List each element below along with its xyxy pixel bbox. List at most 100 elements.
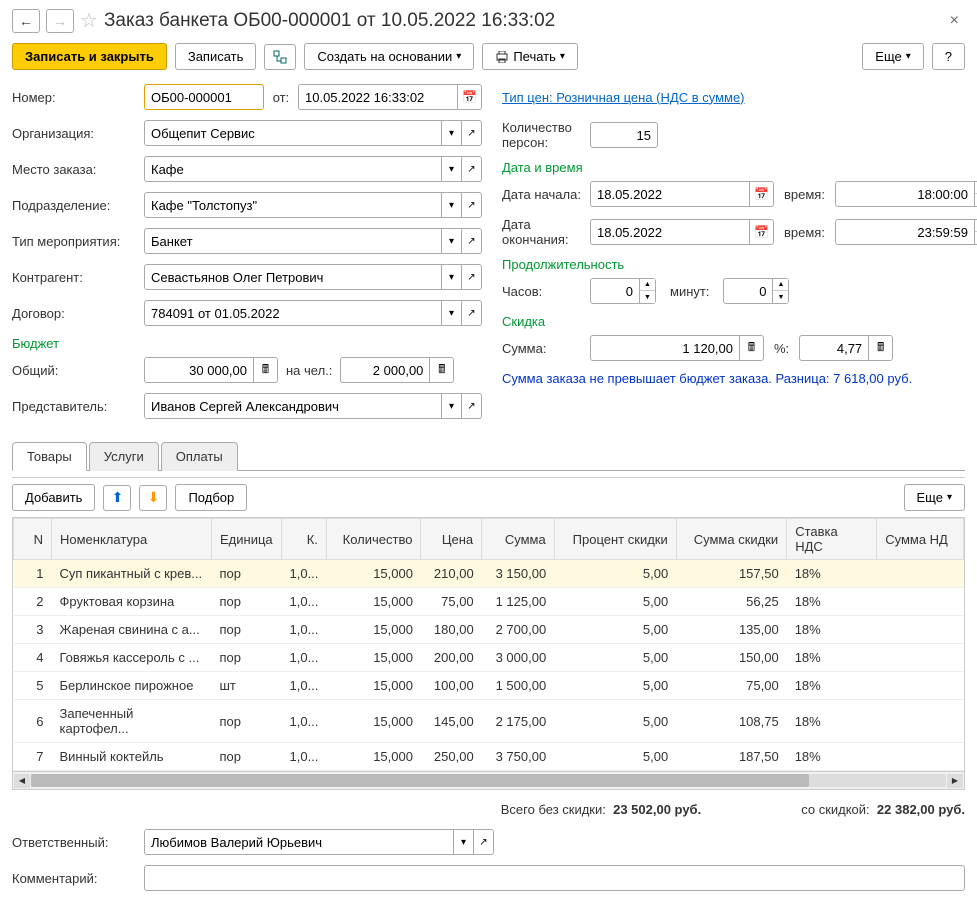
table-row[interactable]: 3 Жареная свинина с а... пор 1,0... 15,0… xyxy=(14,616,964,644)
calendar-icon[interactable]: 📅 xyxy=(458,84,482,110)
favorite-star-icon[interactable]: ☆ xyxy=(80,8,98,33)
cell-sum: 2 175,00 xyxy=(482,700,555,743)
budget-total-input[interactable] xyxy=(144,357,254,383)
add-button[interactable]: Добавить xyxy=(12,484,95,511)
hours-input[interactable] xyxy=(590,278,640,304)
start-time-input[interactable] xyxy=(835,181,975,207)
number-input[interactable] xyxy=(144,84,264,110)
discount-pct-input[interactable] xyxy=(799,335,869,361)
col-price-header[interactable]: Цена xyxy=(421,519,482,560)
budget-per-input[interactable] xyxy=(340,357,430,383)
save-button[interactable]: Записать xyxy=(175,43,257,70)
dropdown-icon[interactable]: ▾ xyxy=(442,192,462,218)
tab-payments[interactable]: Оплаты xyxy=(161,442,238,471)
table-row[interactable]: 7 Винный коктейль пор 1,0... 15,000 250,… xyxy=(14,743,964,771)
org-input[interactable] xyxy=(144,120,442,146)
table-row[interactable]: 4 Говяжья кассероль с ... пор 1,0... 15,… xyxy=(14,644,964,672)
horizontal-scrollbar[interactable]: ◀ ▶ xyxy=(13,771,964,789)
dropdown-icon[interactable]: ▾ xyxy=(442,156,462,182)
calculator-icon[interactable]: 🖩 xyxy=(430,357,454,383)
end-date-input[interactable] xyxy=(590,219,750,245)
open-icon[interactable]: ↗ xyxy=(462,264,482,290)
scroll-left-icon[interactable]: ◀ xyxy=(14,774,30,788)
nav-back-button[interactable]: ← xyxy=(12,9,40,33)
nav-forward-button[interactable]: → xyxy=(46,9,74,33)
dropdown-icon[interactable]: ▾ xyxy=(442,300,462,326)
scroll-right-icon[interactable]: ▶ xyxy=(947,774,963,788)
cell-disc-pct: 5,00 xyxy=(554,588,676,616)
open-icon[interactable]: ↗ xyxy=(462,120,482,146)
cell-sum: 3 750,00 xyxy=(482,743,555,771)
more-button[interactable]: Еще xyxy=(862,43,923,70)
structure-icon-button[interactable] xyxy=(264,44,296,70)
pick-button[interactable]: Подбор xyxy=(175,484,247,511)
spinner-up-icon[interactable]: ▲ xyxy=(640,279,655,291)
tab-services[interactable]: Услуги xyxy=(89,442,159,471)
col-qty-header[interactable]: Количество xyxy=(326,519,421,560)
print-button[interactable]: Печать xyxy=(482,43,578,70)
calculator-icon[interactable]: 🖩 xyxy=(254,357,278,383)
dept-input[interactable] xyxy=(144,192,442,218)
open-icon[interactable]: ↗ xyxy=(462,300,482,326)
scroll-thumb[interactable] xyxy=(31,774,809,787)
open-icon[interactable]: ↗ xyxy=(474,829,494,855)
dropdown-icon[interactable]: ▾ xyxy=(442,393,462,419)
close-icon[interactable]: × xyxy=(944,10,965,32)
cell-k: 1,0... xyxy=(282,700,327,743)
open-icon[interactable]: ↗ xyxy=(462,192,482,218)
dropdown-icon[interactable]: ▾ xyxy=(442,120,462,146)
start-date-input[interactable] xyxy=(590,181,750,207)
price-type-link[interactable]: Тип цен: Розничная цена (НДС в сумме) xyxy=(502,90,745,105)
create-based-button[interactable]: Создать на основании xyxy=(304,43,474,70)
cell-qty: 15,000 xyxy=(326,644,421,672)
col-disc-sum-header[interactable]: Сумма скидки xyxy=(676,519,786,560)
goods-table: N Номенклатура Единица К. Количество Цен… xyxy=(12,517,965,790)
table-row[interactable]: 1 Суп пикантный с крев... пор 1,0... 15,… xyxy=(14,560,964,588)
minutes-input[interactable] xyxy=(723,278,773,304)
open-icon[interactable]: ↗ xyxy=(462,156,482,182)
save-close-button[interactable]: Записать и закрыть xyxy=(12,43,167,70)
table-more-button[interactable]: Еще xyxy=(904,484,965,511)
col-n-header[interactable]: N xyxy=(14,519,52,560)
col-vat-header[interactable]: Ставка НДС xyxy=(787,519,877,560)
end-time-input[interactable] xyxy=(835,219,975,245)
move-up-button[interactable]: ⬆ xyxy=(103,485,131,511)
discount-sum-input[interactable] xyxy=(590,335,740,361)
col-unit-header[interactable]: Единица xyxy=(212,519,282,560)
calculator-icon[interactable]: 🖩 xyxy=(740,335,764,361)
place-input[interactable] xyxy=(144,156,442,182)
open-icon[interactable]: ↗ xyxy=(462,393,482,419)
table-row[interactable]: 2 Фруктовая корзина пор 1,0... 15,000 75… xyxy=(14,588,964,616)
calendar-icon[interactable]: 📅 xyxy=(750,181,774,207)
dropdown-icon[interactable]: ▾ xyxy=(454,829,474,855)
event-type-input[interactable] xyxy=(144,228,442,254)
col-k-header[interactable]: К. xyxy=(282,519,327,560)
spinner-up-icon[interactable]: ▲ xyxy=(773,279,788,291)
calculator-icon[interactable]: 🖩 xyxy=(869,335,893,361)
counterparty-input[interactable] xyxy=(144,264,442,290)
move-down-button[interactable]: ⬇ xyxy=(139,485,167,511)
responsible-input[interactable] xyxy=(144,829,454,855)
rep-input[interactable] xyxy=(144,393,442,419)
comment-input[interactable] xyxy=(144,865,965,891)
help-button[interactable]: ? xyxy=(932,43,965,70)
contract-input[interactable] xyxy=(144,300,442,326)
col-nom-header[interactable]: Номенклатура xyxy=(52,519,212,560)
spinner-down-icon[interactable]: ▼ xyxy=(773,291,788,303)
col-disc-pct-header[interactable]: Процент скидки xyxy=(554,519,676,560)
dropdown-icon[interactable]: ▾ xyxy=(442,264,462,290)
table-row[interactable]: 6 Запеченный картофел... пор 1,0... 15,0… xyxy=(14,700,964,743)
open-icon[interactable]: ↗ xyxy=(462,228,482,254)
col-sum-header[interactable]: Сумма xyxy=(482,519,555,560)
persons-input[interactable] xyxy=(590,122,658,148)
cell-vat-sum xyxy=(877,560,964,588)
cell-qty: 15,000 xyxy=(326,700,421,743)
col-vat-sum-header[interactable]: Сумма НД xyxy=(877,519,964,560)
spinner-down-icon[interactable]: ▼ xyxy=(640,291,655,303)
calendar-icon[interactable]: 📅 xyxy=(750,219,774,245)
dropdown-icon[interactable]: ▾ xyxy=(442,228,462,254)
date-input[interactable] xyxy=(298,84,458,110)
cell-sum: 1 500,00 xyxy=(482,672,555,700)
tab-goods[interactable]: Товары xyxy=(12,442,87,471)
table-row[interactable]: 5 Берлинское пирожное шт 1,0... 15,000 1… xyxy=(14,672,964,700)
